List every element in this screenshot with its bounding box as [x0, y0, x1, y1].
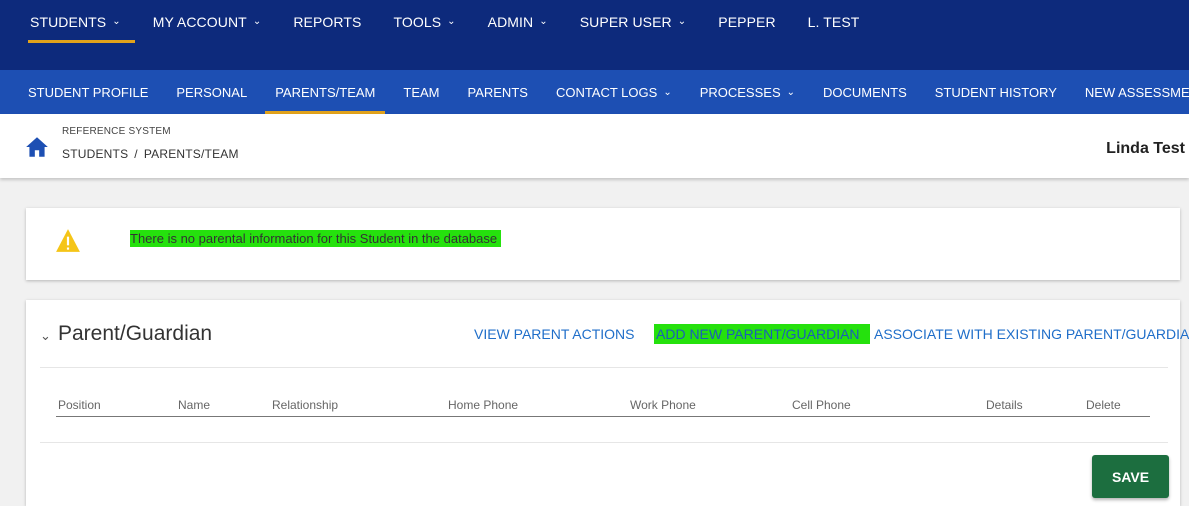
- tab-documents[interactable]: DOCUMENTS: [809, 70, 921, 114]
- divider: [40, 367, 1168, 368]
- parent-guardian-panel: ⌄ Parent/Guardian VIEW PARENT ACTIONS AD…: [26, 300, 1189, 506]
- tab-label: CONTACT LOGS: [555, 84, 658, 100]
- chevron-down-icon: ⌄: [677, 16, 687, 27]
- col-home-phone: Home Phone: [448, 398, 519, 412]
- sub-nav: STUDENT PROFILE PERSONAL PARENTS/TEAM TE…: [0, 70, 1189, 114]
- col-details: Details: [986, 398, 1023, 412]
- col-name: Name: [178, 398, 211, 412]
- tab-label: PARENTS/TEAM: [275, 84, 376, 100]
- tab-student-history[interactable]: STUDENT HISTORY: [921, 70, 1071, 114]
- top-nav-label: REPORTS: [293, 14, 362, 30]
- tab-label: STUDENT PROFILE: [28, 84, 149, 100]
- tab-label: NEW ASSESSMENTS: [1084, 84, 1189, 100]
- top-nav-students[interactable]: STUDENTS ⌄: [14, 0, 137, 70]
- breadcrumb-current: PARENTS/TEAM: [143, 147, 239, 161]
- save-button[interactable]: SAVE: [1092, 455, 1169, 498]
- tab-student-profile[interactable]: STUDENT PROFILE: [14, 70, 162, 114]
- warning-icon: [56, 229, 80, 252]
- breadcrumb-separator: /: [134, 147, 138, 161]
- tab-parents[interactable]: PARENTS: [454, 70, 542, 114]
- top-nav-tools[interactable]: TOOLS ⌄: [377, 0, 471, 70]
- chevron-down-icon: ⌄: [663, 87, 672, 98]
- add-new-parent-guardian-link[interactable]: ADD NEW PARENT/GUARDIAN: [654, 324, 870, 344]
- tab-label: STUDENT HISTORY: [934, 84, 1057, 100]
- top-nav-pepper[interactable]: PEPPER: [702, 0, 791, 70]
- top-nav-label: PEPPER: [718, 14, 776, 30]
- tab-label: PROCESSES: [699, 84, 781, 100]
- top-nav-label: SUPER USER: [579, 14, 672, 30]
- view-parent-actions-link[interactable]: VIEW PARENT ACTIONS: [474, 326, 635, 342]
- top-nav-label: L. TEST: [807, 14, 860, 30]
- breadcrumb-students-link[interactable]: STUDENTS: [62, 147, 128, 161]
- tab-contact-logs[interactable]: CONTACT LOGS ⌄: [542, 70, 686, 114]
- col-work-phone: Work Phone: [630, 398, 696, 412]
- tab-label: DOCUMENTS: [823, 84, 907, 100]
- tab-processes[interactable]: PROCESSES ⌄: [686, 70, 809, 114]
- top-nav-super-user[interactable]: SUPER USER ⌄: [564, 0, 703, 70]
- col-cell-phone: Cell Phone: [792, 398, 851, 412]
- home-icon[interactable]: [24, 134, 50, 160]
- col-position: Position: [58, 398, 101, 412]
- breadcrumb: REFERENCE SYSTEM STUDENTS / PARENTS/TEAM L…: [0, 114, 1189, 178]
- top-nav-label: TOOLS: [393, 14, 442, 30]
- top-nav-my-account[interactable]: MY ACCOUNT ⌄: [137, 0, 278, 70]
- tab-personal[interactable]: PERSONAL: [162, 70, 261, 114]
- breadcrumb-system: REFERENCE SYSTEM: [62, 126, 171, 137]
- tab-label: PERSONAL: [176, 84, 248, 100]
- top-nav: STUDENTS ⌄ MY ACCOUNT ⌄ REPORTS TOOLS ⌄ …: [0, 0, 1189, 70]
- col-relationship: Relationship: [272, 398, 339, 412]
- divider: [40, 442, 1168, 443]
- chevron-down-icon[interactable]: ⌄: [40, 328, 51, 344]
- panel-title: Parent/Guardian: [58, 322, 213, 345]
- chevron-down-icon: ⌄: [786, 87, 796, 98]
- chevron-down-icon: ⌄: [447, 16, 456, 27]
- tab-parents-team[interactable]: PARENTS/TEAM: [261, 70, 389, 114]
- top-nav-label: STUDENTS: [30, 14, 107, 30]
- chevron-down-icon: ⌄: [112, 16, 121, 27]
- chevron-down-icon: ⌄: [252, 16, 262, 27]
- tab-label: PARENTS: [467, 84, 528, 100]
- alert-card: There is no parental information for thi…: [26, 208, 1180, 280]
- top-nav-reports[interactable]: REPORTS: [277, 0, 377, 70]
- top-nav-admin[interactable]: ADMIN ⌄: [472, 0, 564, 70]
- col-delete: Delete: [1086, 398, 1121, 412]
- top-nav-label: MY ACCOUNT: [152, 14, 247, 30]
- associate-existing-parent-link[interactable]: ASSOCIATE WITH EXISTING PARENT/GUARDIAN: [874, 326, 1189, 342]
- chevron-down-icon: ⌄: [539, 16, 548, 27]
- top-nav-label: ADMIN: [487, 14, 534, 30]
- tab-label: TEAM: [403, 84, 440, 100]
- table-header: Position Name Relationship Home Phone Wo…: [56, 398, 1150, 417]
- breadcrumb-path: STUDENTS / PARENTS/TEAM: [62, 147, 239, 161]
- alert-message: There is no parental information for thi…: [130, 230, 502, 247]
- tab-team[interactable]: TEAM: [389, 70, 453, 114]
- top-nav-l-test[interactable]: L. TEST: [792, 0, 876, 70]
- student-name: Linda Test: [1106, 140, 1185, 157]
- tab-new-assessments[interactable]: NEW ASSESSMENTS: [1071, 70, 1189, 114]
